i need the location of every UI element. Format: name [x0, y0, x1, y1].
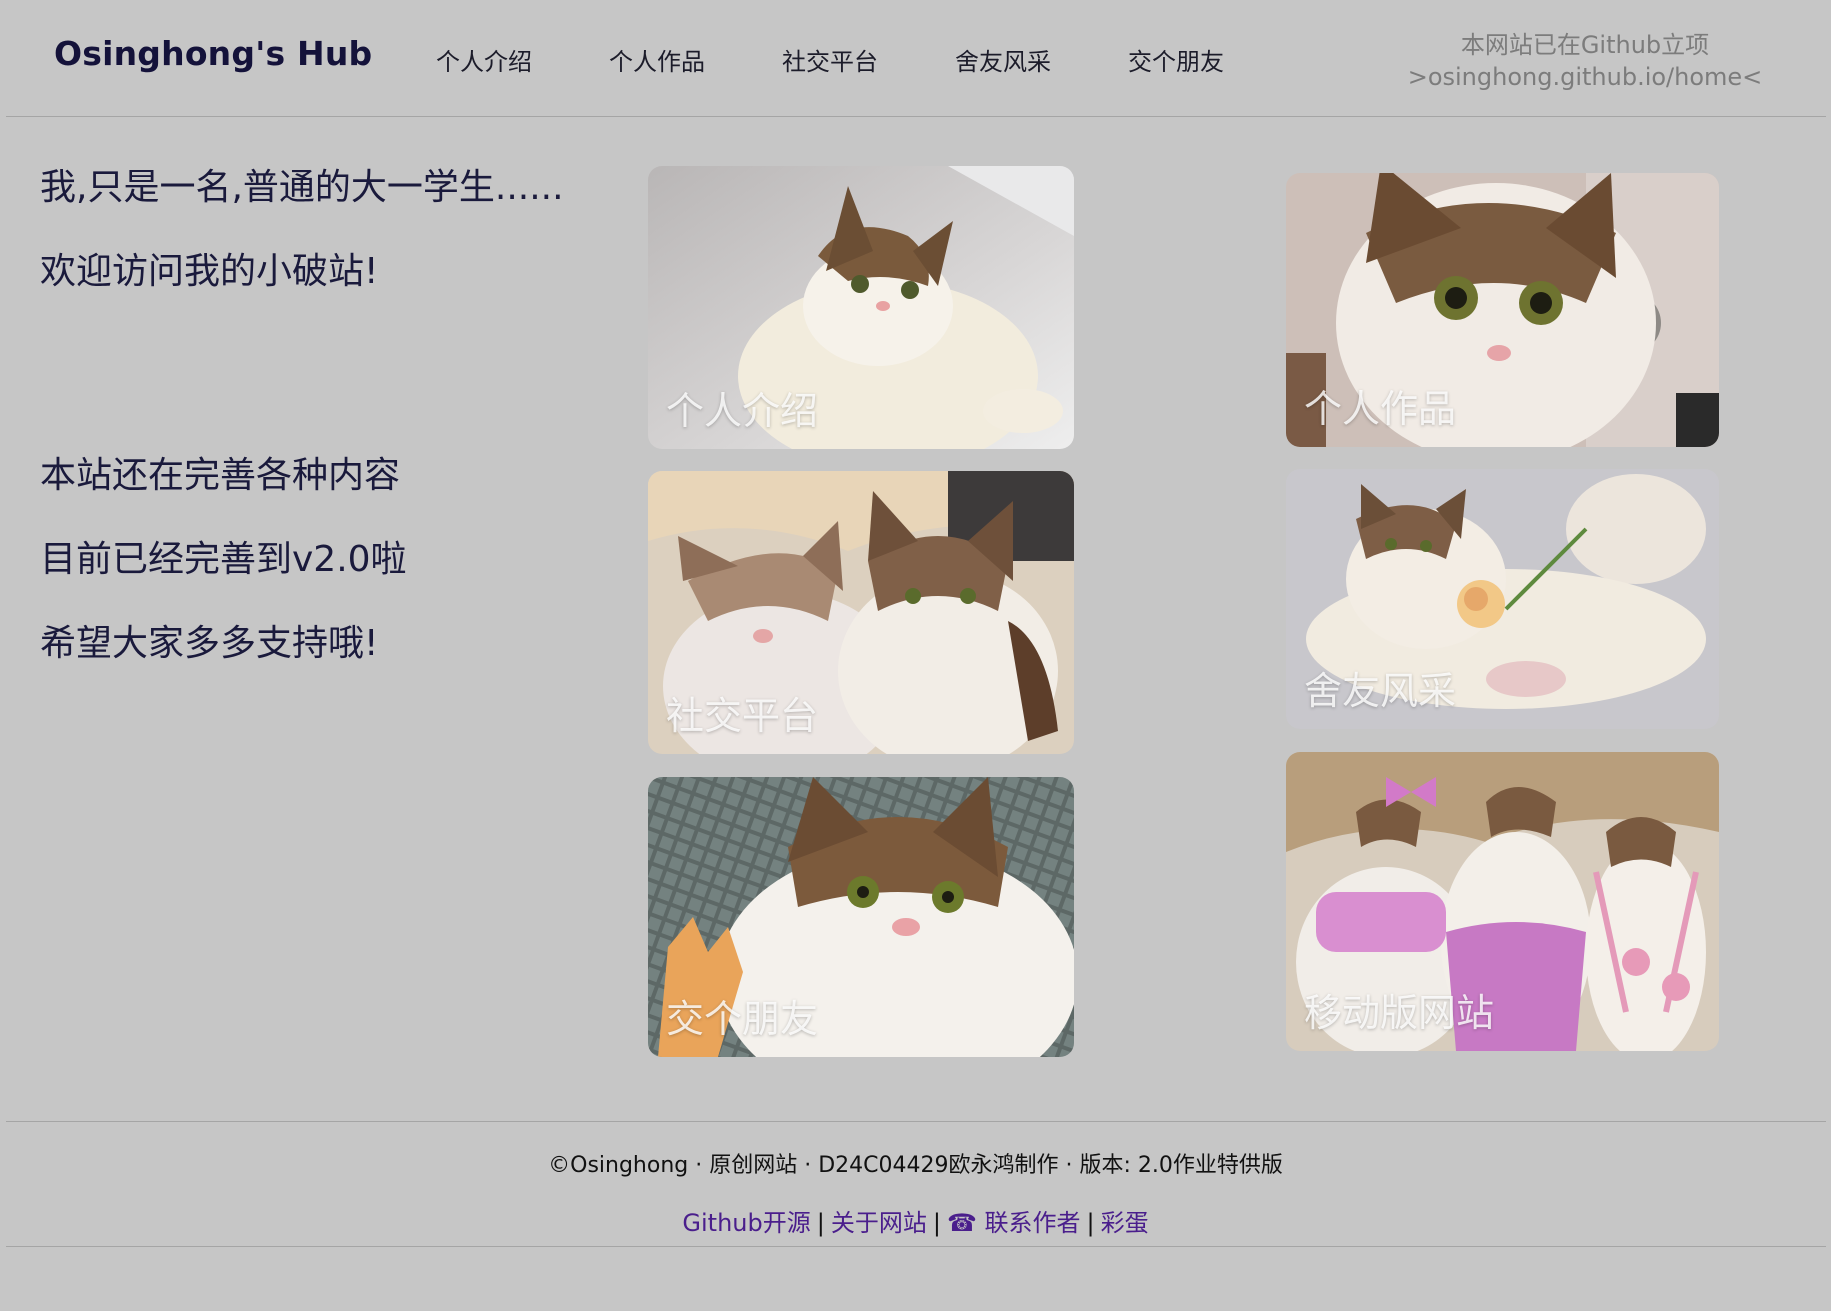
main-nav: 个人介绍 个人作品 社交平台 舍友风采 交个朋友 [436, 42, 1301, 77]
contact-link[interactable]: ☎ 联系作者 [947, 1209, 1081, 1237]
footer-links: Github开源 | 关于网站 | ☎ 联系作者 | 彩蛋 [0, 1203, 1831, 1238]
phone-icon: ☎ [946, 1209, 977, 1237]
nav-item-intro[interactable]: 个人介绍 [436, 42, 609, 77]
card-label-friends: 交个朋友 [666, 997, 819, 1041]
footer-bottom-divider [6, 1246, 1826, 1247]
contact-link-label: 联系作者 [984, 1209, 1081, 1237]
github-notice: 本网站已在Github立项 >osinghong.github.io/home< [1390, 29, 1780, 93]
card-label-works: 个人作品 [1304, 387, 1457, 431]
intro-line-2: 欢迎访问我的小破站! [40, 251, 379, 292]
github-link[interactable]: Github开源 [682, 1209, 810, 1237]
notice-line-2[interactable]: >osinghong.github.io/home< [1390, 61, 1780, 93]
site-brand[interactable]: Osinghong's Hub [54, 34, 372, 73]
card-roommates[interactable]: 舍友风采 [1286, 469, 1719, 729]
nav-item-works[interactable]: 个人作品 [609, 42, 782, 77]
footer-separator: | [932, 1209, 941, 1237]
card-label-intro: 个人介绍 [666, 389, 819, 433]
nav-item-friends[interactable]: 交个朋友 [1128, 42, 1301, 77]
intro-line-5: 希望大家多多支持哦! [40, 623, 379, 664]
nav-item-social[interactable]: 社交平台 [782, 42, 955, 77]
card-intro[interactable]: 个人介绍 [648, 166, 1074, 449]
easter-egg-link[interactable]: 彩蛋 [1101, 1209, 1149, 1237]
intro-line-4: 目前已经完善到v2.0啦 [40, 539, 407, 580]
card-label-mobile: 移动版网站 [1304, 991, 1495, 1035]
intro-line-1: 我,只是一名,普通的大一学生...... [40, 167, 564, 208]
footer-copyright: ©Osinghong · 原创网站 · D24C04429欧永鸿制作 · 版本:… [548, 1153, 1283, 1178]
card-social[interactable]: 社交平台 [648, 471, 1074, 754]
intro-text: 我,只是一名,普通的大一学生...... 欢迎访问我的小破站! 本站还在完善各种… [40, 166, 600, 706]
about-link[interactable]: 关于网站 [831, 1209, 927, 1237]
nav-item-roommates[interactable]: 舍友风采 [955, 42, 1128, 77]
intro-line-3: 本站还在完善各种内容 [40, 455, 401, 496]
card-friends[interactable]: 交个朋友 [648, 777, 1074, 1057]
card-label-social: 社交平台 [666, 694, 819, 738]
header-divider [6, 116, 1826, 117]
footer-separator: | [1086, 1209, 1095, 1237]
site-header: Osinghong's Hub 个人介绍 个人作品 社交平台 舍友风采 交个朋友… [0, 0, 1831, 116]
card-label-roommates: 舍友风采 [1304, 669, 1457, 713]
card-mobile[interactable]: 移动版网站 [1286, 752, 1719, 1051]
notice-line-1: 本网站已在Github立项 [1460, 31, 1710, 59]
card-works[interactable]: 个人作品 [1286, 173, 1719, 447]
footer-top-divider [6, 1121, 1826, 1122]
footer-separator: | [816, 1209, 825, 1237]
